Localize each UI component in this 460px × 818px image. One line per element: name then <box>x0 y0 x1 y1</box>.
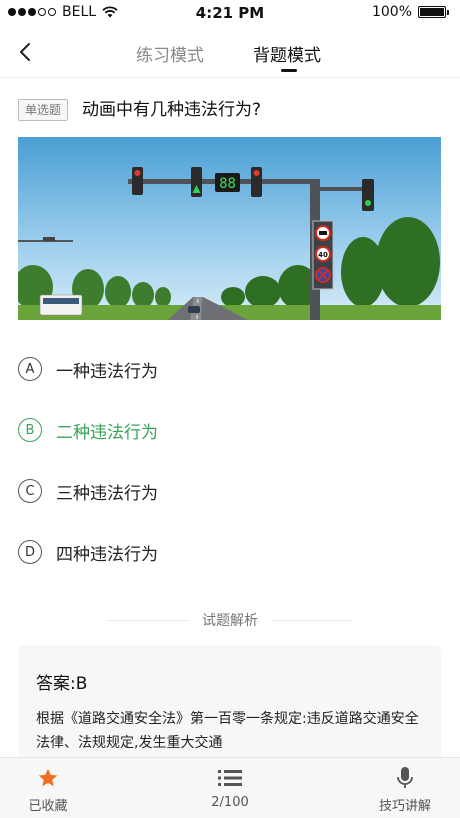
question-image: 88 40 <box>18 137 441 320</box>
tab-recite-mode[interactable]: 背题模式 <box>253 41 321 66</box>
option-letter: D <box>18 540 42 564</box>
option-label: 四种违法行为 <box>56 544 158 565</box>
battery-icon <box>418 6 449 18</box>
list-icon <box>218 770 242 786</box>
tips-button[interactable]: 技巧讲解 <box>350 766 460 814</box>
analysis-title: 试题解析 <box>202 613 258 629</box>
favorite-label: 已收藏 <box>28 799 68 814</box>
battery-percent: 100% <box>371 4 412 20</box>
tips-label: 技巧讲解 <box>378 799 431 814</box>
analysis-card: 答案:B 根据《道路交通安全法》第一百零一条规定:违反道路交通安全法律、法规规定… <box>18 645 441 765</box>
option-label: 三种违法行为 <box>56 483 158 504</box>
option-label: 一种违法行为 <box>56 361 158 382</box>
status-bar: BELL 4:21 PM 100% <box>0 0 460 26</box>
tab-practice-mode[interactable]: 练习模式 <box>136 41 204 66</box>
bottom-toolbar: 已收藏 2/100 技巧讲解 <box>0 757 460 818</box>
option-a[interactable]: A 一种违法行为 <box>18 349 438 389</box>
option-letter: C <box>18 479 42 503</box>
nav-header: 练习模式 背题模式 <box>0 26 460 78</box>
progress-label: 2/100 <box>211 795 249 810</box>
answer-text: 答案:B <box>36 674 88 694</box>
explanation-text: 根据《道路交通安全法》第一百零一条规定:违反道路交通安全法律、法规规定,发生重大… <box>36 711 419 751</box>
question-type-badge: 单选题 <box>18 99 69 121</box>
question-text: 动画中有几种违法行为? <box>82 100 262 120</box>
option-letter: B <box>18 418 42 442</box>
star-icon <box>38 768 58 787</box>
speed-limit-sign: 40 <box>318 251 328 259</box>
option-letter: A <box>18 357 42 381</box>
countdown-display: 88 <box>219 176 236 192</box>
microphone-icon <box>397 767 413 788</box>
divider-line <box>272 620 352 621</box>
option-b[interactable]: B 二种违法行为 <box>18 410 438 450</box>
option-d[interactable]: D 四种违法行为 <box>18 532 438 572</box>
question-list-button[interactable]: 2/100 <box>175 766 285 810</box>
active-tab-indicator <box>281 69 297 72</box>
option-label: 二种违法行为 <box>56 422 158 443</box>
favorite-button[interactable]: 已收藏 <box>0 766 103 814</box>
option-c[interactable]: C 三种违法行为 <box>18 471 438 511</box>
chevron-left-icon[interactable] <box>14 40 38 64</box>
battery-status: 100% <box>371 4 449 20</box>
analysis-divider: 试题解析 <box>0 608 460 632</box>
